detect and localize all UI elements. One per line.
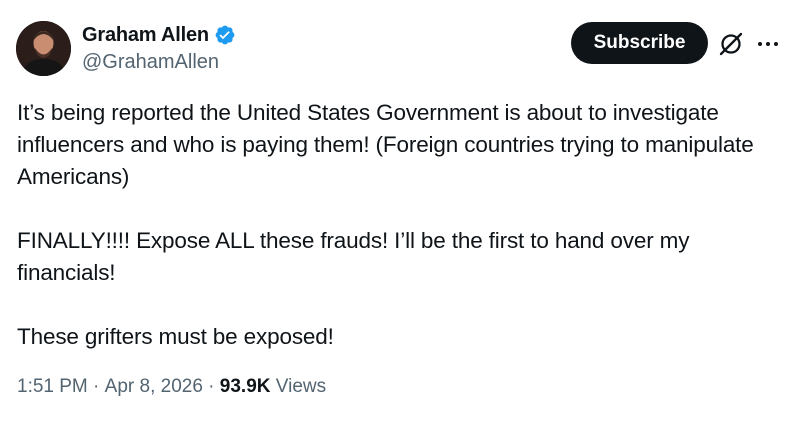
tweet-paragraph: It’s being reported the United States Go… [17, 100, 754, 189]
author-display-name[interactable]: Graham Allen [82, 24, 209, 47]
meta-separator: · [202, 376, 220, 397]
more-horizontal-icon[interactable] [755, 34, 781, 54]
views-count[interactable]: 93.9K [220, 376, 271, 398]
subscribe-button[interactable]: Subscribe [571, 22, 708, 64]
tweet-paragraph: FINALLY!!!! Expose ALL these frauds! I’l… [17, 228, 690, 285]
tweet-metadata: 1:51 PM · Apr 8, 2026 · 93.9K Views [17, 376, 326, 398]
author-info: Graham Allen @GrahamAllen [82, 22, 236, 74]
avatar[interactable] [16, 21, 71, 76]
tweet-card: Graham Allen @GrahamAllen Subscribe It’s… [0, 0, 800, 422]
tweet-paragraph: These grifters must be exposed! [17, 324, 334, 349]
verified-badge-icon[interactable] [214, 24, 236, 46]
tweet-text: It’s being reported the United States Go… [17, 97, 787, 353]
views-label: Views [271, 376, 327, 398]
tweet-time[interactable]: 1:51 PM [17, 376, 88, 398]
grok-slash-circle-icon[interactable] [718, 31, 744, 57]
profile-photo-icon [16, 21, 71, 76]
tweet-date[interactable]: Apr 8, 2026 [105, 376, 203, 398]
author-handle[interactable]: @GrahamAllen [82, 51, 236, 74]
meta-separator: · [87, 376, 105, 397]
views-label-text: Views [275, 376, 327, 397]
